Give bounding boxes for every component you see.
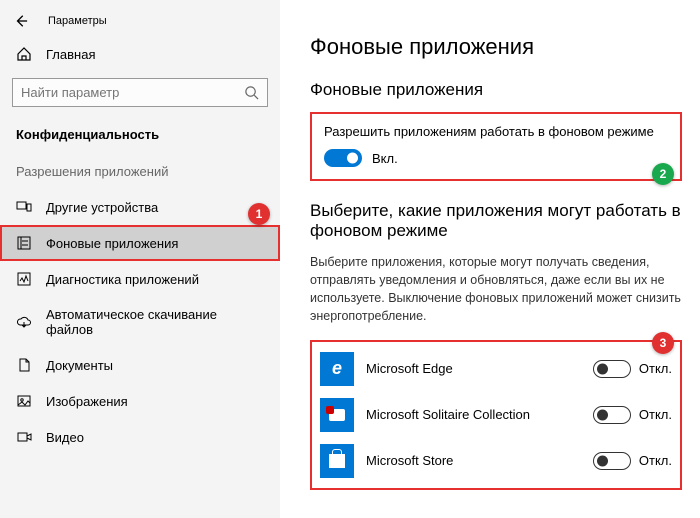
app-row: Microsoft Solitaire Collection Откл. <box>320 392 672 438</box>
sidebar-item-diagnostics[interactable]: Диагностика приложений <box>0 261 280 297</box>
master-toggle[interactable] <box>324 149 362 167</box>
app-toggle-state: Откл. <box>639 361 672 376</box>
sidebar-item-label: Диагностика приложений <box>46 272 199 287</box>
sidebar-item-images[interactable]: Изображения <box>0 383 280 419</box>
sidebar-subcategory: Разрешения приложений <box>0 158 280 189</box>
sidebar-item-auto-download[interactable]: Автоматическое скачивание файлов <box>0 297 280 347</box>
callout-1: 1 <box>248 203 270 225</box>
app-icon-store <box>320 444 354 478</box>
callout-2: 2 <box>652 163 674 185</box>
callout-3: 3 <box>652 332 674 354</box>
app-toggle-state: Откл. <box>639 453 672 468</box>
app-toggle[interactable] <box>593 452 631 470</box>
diagnostics-icon <box>16 271 32 287</box>
search-input[interactable] <box>21 85 244 100</box>
search-icon <box>244 85 259 100</box>
section1-panel: 2 Разрешить приложениям работать в фонов… <box>310 112 682 181</box>
background-apps-icon <box>16 235 32 251</box>
app-toggle-state: Откл. <box>639 407 672 422</box>
sidebar-nav: Другие устройства 1 Фоновые приложения Д… <box>0 189 280 455</box>
home-icon <box>16 46 32 62</box>
sidebar-item-documents[interactable]: Документы <box>0 347 280 383</box>
section2-description: Выберите приложения, которые могут получ… <box>310 253 682 326</box>
sidebar-category: Конфиденциальность <box>0 123 280 158</box>
sidebar-item-label: Изображения <box>46 394 128 409</box>
app-list-panel: 3 e Microsoft Edge Откл. Microsoft Solit… <box>310 340 682 490</box>
app-name: Microsoft Solitaire Collection <box>366 407 581 422</box>
sidebar-item-label: Другие устройства <box>46 200 158 215</box>
app-name: Microsoft Store <box>366 453 581 468</box>
cloud-download-icon <box>16 314 32 330</box>
video-icon <box>16 429 32 445</box>
page-title: Фоновые приложения <box>310 34 682 60</box>
devices-icon <box>16 199 32 215</box>
app-toggle[interactable] <box>593 406 631 424</box>
app-row: Microsoft Store Откл. <box>320 438 672 484</box>
sidebar-item-label: Фоновые приложения <box>46 236 178 251</box>
image-icon <box>16 393 32 409</box>
content: Фоновые приложения Фоновые приложения 2 … <box>280 0 700 518</box>
sidebar-item-video[interactable]: Видео <box>0 419 280 455</box>
app-row: e Microsoft Edge Откл. <box>320 346 672 392</box>
sidebar-item-label: Документы <box>46 358 113 373</box>
window-title: Параметры <box>48 15 107 27</box>
section2-heading: Выберите, какие приложения могут работат… <box>310 201 682 241</box>
sidebar-home[interactable]: Главная <box>0 38 280 70</box>
sidebar-item-label: Автоматическое скачивание файлов <box>46 307 264 337</box>
master-toggle-state: Вкл. <box>372 151 398 166</box>
section1-heading: Фоновые приложения <box>310 80 682 100</box>
app-icon-edge: e <box>320 352 354 386</box>
sidebar: Параметры Главная Конфиденциальность Раз… <box>0 0 280 518</box>
sidebar-item-background-apps[interactable]: 1 Фоновые приложения <box>0 225 280 261</box>
back-icon[interactable] <box>14 14 28 28</box>
sidebar-home-label: Главная <box>46 47 95 62</box>
app-icon-solitaire <box>320 398 354 432</box>
sidebar-item-other-devices[interactable]: Другие устройства <box>0 189 280 225</box>
document-icon <box>16 357 32 373</box>
sidebar-item-label: Видео <box>46 430 84 445</box>
search-input-wrap[interactable] <box>12 78 268 107</box>
app-toggle[interactable] <box>593 360 631 378</box>
section1-label: Разрешить приложениям работать в фоновом… <box>324 124 668 139</box>
app-name: Microsoft Edge <box>366 361 581 376</box>
